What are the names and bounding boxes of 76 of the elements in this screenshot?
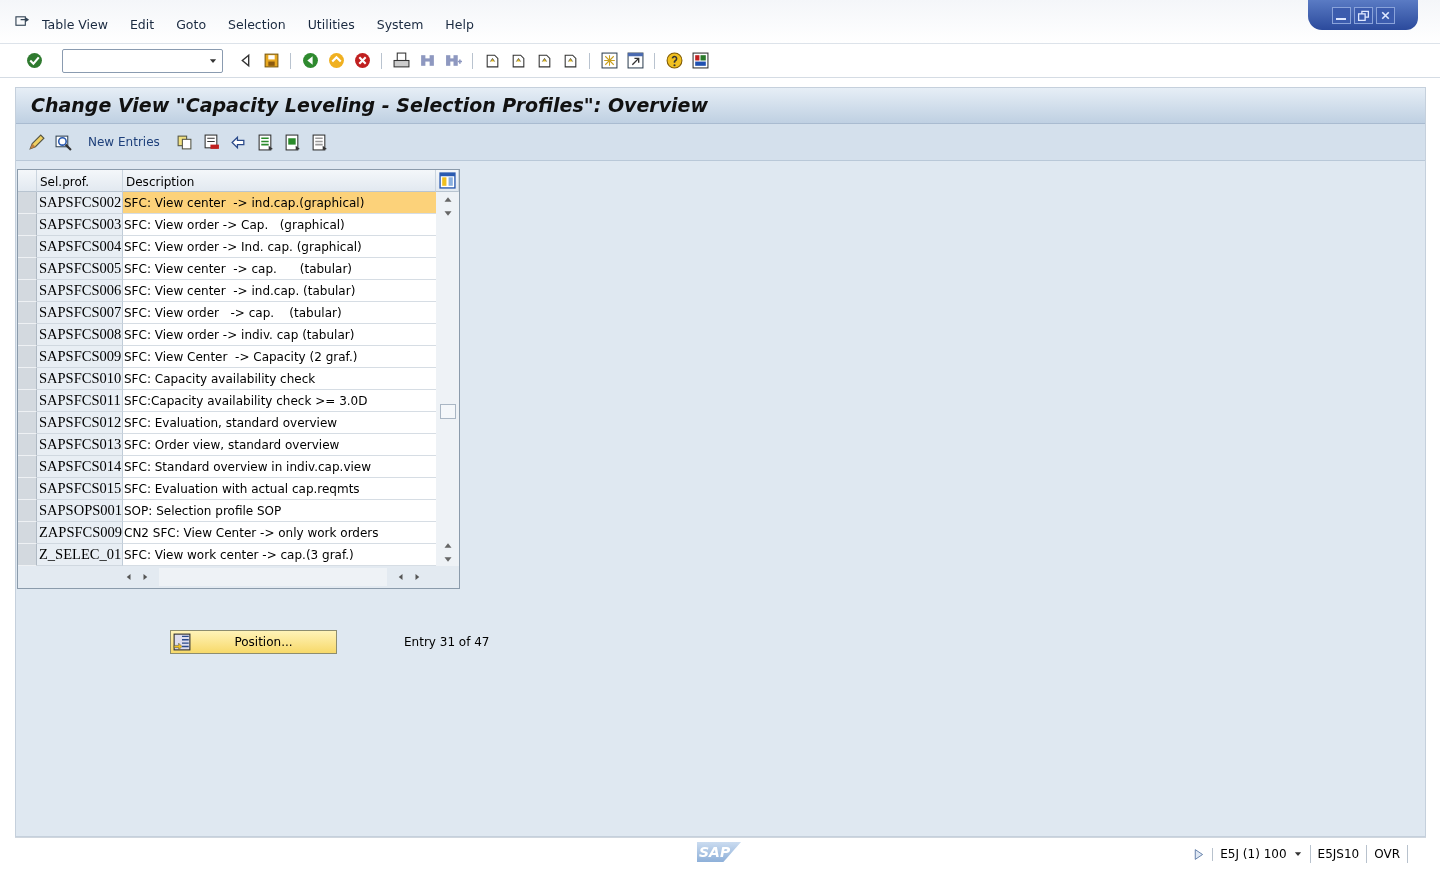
system-info: E5J (1) 100 <box>1220 846 1287 863</box>
table-cell: SAPSFCS013 <box>37 434 123 456</box>
logo: SAP <box>697 842 741 862</box>
position-button[interactable]: Position... <box>170 630 337 654</box>
save-icon[interactable] <box>262 52 280 69</box>
minimize-icon <box>1336 17 1346 20</box>
table-cell: SFC: View order -> Cap. (graphical) <box>123 214 436 236</box>
screen-title: Change View "Capacity Leveling - Selection Profiles": Overview <box>31 94 709 117</box>
table-cell: SFC: Order view, standard overview <box>123 434 436 456</box>
table-cell: SAPSFCS008 <box>37 324 123 346</box>
table-cell: SAPSFCS005 <box>37 258 123 280</box>
table-cell: SFC: View work center -> cap.(3 graf.) <box>123 544 436 566</box>
find-icon[interactable] <box>418 52 436 69</box>
table-cell: SFC: Evaluation, standard overview <box>123 412 436 434</box>
table-cell: SFC: Capacity availability check <box>123 368 436 390</box>
menu-item[interactable]: Help <box>434 16 485 35</box>
select-all-icon[interactable] <box>257 133 275 151</box>
table-cell: SFC: View order -> Ind. cap. (graphical) <box>123 236 436 258</box>
table-cell: SAPSFCS009 <box>37 346 123 368</box>
deselect-all-icon[interactable] <box>311 133 329 151</box>
display-icon[interactable] <box>54 133 72 151</box>
table-cell: CN2 SFC: View Center -> only work orders <box>123 522 436 544</box>
help-icon[interactable] <box>665 52 683 69</box>
menu-item[interactable]: Table View <box>31 16 119 35</box>
table-cell: SFC:Capacity availability check >= 3.0D <box>123 390 436 412</box>
insert-mode: OVR <box>1367 845 1408 863</box>
table-cell: Z_SELEC_01 <box>37 544 123 566</box>
table-cell: SFC: Evaluation with actual cap.reqmts <box>123 478 436 500</box>
table-cell: SOP: Selection profile SOP <box>123 500 436 522</box>
column-settings-icon[interactable] <box>438 172 456 189</box>
restore-button[interactable] <box>1353 6 1373 24</box>
server-info: E5JS10 <box>1310 845 1368 863</box>
table-cell: SAPSFCS002 <box>37 192 123 214</box>
table-cell: SAPSFCS015 <box>37 478 123 500</box>
cancel-icon[interactable] <box>353 52 371 69</box>
table-cell: SAPSFCS007 <box>37 302 123 324</box>
position-icon <box>173 633 191 651</box>
table-cell: SAPSOPS001 <box>37 500 123 522</box>
menu-item[interactable]: Utilities <box>296 16 366 35</box>
copy-icon[interactable] <box>176 133 194 151</box>
print-icon[interactable] <box>392 52 410 69</box>
minimize-button[interactable] <box>1331 6 1351 24</box>
menu-item[interactable]: Selection <box>217 16 297 35</box>
menu-icon[interactable] <box>14 14 31 29</box>
table-cell: SAPSFCS010 <box>37 368 123 390</box>
menu-item[interactable]: Goto <box>165 16 218 35</box>
close-button[interactable] <box>1375 6 1395 24</box>
menu-item[interactable]: System <box>365 16 435 35</box>
shortcut-icon[interactable] <box>626 52 644 69</box>
back-icon[interactable] <box>301 52 319 69</box>
table-cell: SAPSFCS006 <box>37 280 123 302</box>
pencil-icon[interactable] <box>27 133 45 151</box>
enter-icon[interactable] <box>25 52 43 69</box>
delete-icon[interactable] <box>203 133 221 151</box>
table-cell: SAPSFCS011 <box>37 390 123 412</box>
table-cell: SFC: View order -> indiv. cap (tabular) <box>123 324 436 346</box>
table-cell: SFC: View order -> cap. (tabular) <box>123 302 436 324</box>
table-cell: SFC: View Center -> Capacity (2 graf.) <box>123 346 436 368</box>
table-cell: ZAPSFCS009 <box>37 522 123 544</box>
table-cell: SFC: View center -> cap. (tabular) <box>123 258 436 280</box>
table-cell: SFC: View center -> ind.cap. (tabular) <box>123 280 436 302</box>
table-cell: SAPSFCS003 <box>37 214 123 236</box>
table-cell: SFC: View center -> ind.cap.(graphical) <box>123 192 436 214</box>
column-header[interactable]: Sel.prof. <box>37 170 123 192</box>
table-cell: SAPSFCS012 <box>37 412 123 434</box>
column-header[interactable]: Description <box>123 170 436 192</box>
restore-icon <box>1356 8 1370 22</box>
menu-item[interactable]: Edit <box>118 16 166 35</box>
new-entries-button[interactable]: New Entries <box>80 133 168 151</box>
command-field[interactable] <box>62 48 223 73</box>
table-cell: SAPSFCS014 <box>37 456 123 478</box>
find-next-icon[interactable] <box>444 52 462 69</box>
entry-counter: Entry 31 of 47 <box>404 634 490 651</box>
table-cell: SFC: Standard overview in indiv.cap.view <box>123 456 436 478</box>
scroll-thumb[interactable] <box>439 404 456 419</box>
table-cell: SAPSFCS004 <box>37 236 123 258</box>
